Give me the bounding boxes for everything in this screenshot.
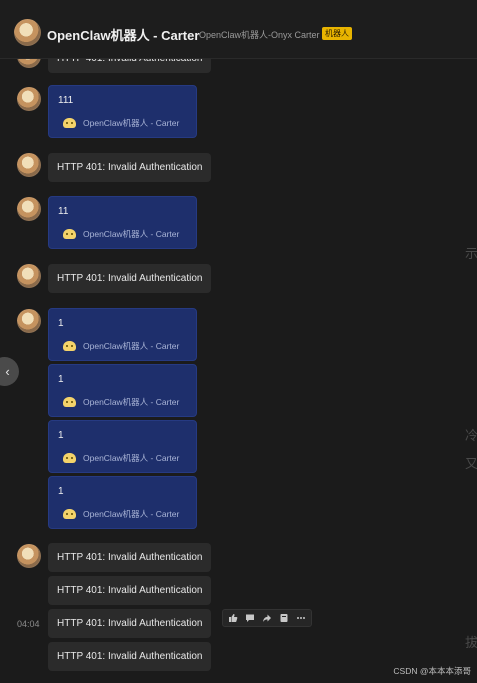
chat-avatar[interactable] [14,19,41,46]
message-bubble[interactable]: 111 OpenClaw机器人 - Carter [48,85,197,138]
edge-text-fragment: 拔 [465,635,477,650]
message-bubble[interactable]: HTTP 401: Invalid Authentication [48,576,212,605]
avatar[interactable] [17,87,41,111]
message-text: 11 [58,206,69,217]
message-reference[interactable]: OpenClaw机器人 - Carter [63,508,179,520]
chat-window: OpenClaw机器人 - Carter OpenClaw机器人-Onyx Ca… [0,0,477,683]
message-reference[interactable]: OpenClaw机器人 - Carter [63,117,179,129]
message-bubble[interactable]: 1 OpenClaw机器人 - Carter [48,420,197,473]
reference-label: OpenClaw机器人 - Carter [83,397,180,407]
message-text: 1 [58,374,64,385]
bot-face-icon [63,229,76,239]
collapse-arrow-icon[interactable]: ‹ [0,357,19,386]
watermark: CSDN @本本本添哥 [393,666,471,676]
bot-face-icon [63,397,76,407]
bot-face-icon [63,341,76,351]
reference-label: OpenClaw机器人 - Carter [83,509,180,519]
chat-subtitle: OpenClaw机器人-Onyx Carter [199,30,320,40]
message-text: 1 [58,430,64,441]
message-text: 1 [58,318,64,329]
forward-icon[interactable] [260,611,274,625]
message-bubble[interactable]: 1 OpenClaw机器人 - Carter [48,308,197,361]
message-bubble[interactable]: HTTP 401: Invalid Authentication [48,609,212,638]
message-bubble[interactable]: HTTP 401: Invalid Authentication [48,264,212,293]
avatar[interactable] [17,264,41,288]
message-text: 111 [58,95,74,106]
message-bubble[interactable]: HTTP 401: Invalid Authentication [48,153,212,182]
message-bubble[interactable]: HTTP 401: Invalid Authentication [48,543,212,572]
bot-face-icon [63,453,76,463]
avatar[interactable] [17,153,41,177]
reference-label: OpenClaw机器人 - Carter [83,229,180,239]
message-action-toolbar [222,609,312,627]
message-reference[interactable]: OpenClaw机器人 - Carter [63,396,179,408]
reference-label: OpenClaw机器人 - Carter [83,453,180,463]
edge-text-fragment: 又 [465,456,477,471]
edge-text-fragment: 冷 [465,428,477,443]
bot-face-icon [63,509,76,519]
message-reference[interactable]: OpenClaw机器人 - Carter [63,452,179,464]
avatar[interactable] [17,309,41,333]
message-bubble[interactable]: 1 OpenClaw机器人 - Carter [48,476,197,529]
more-icon[interactable] [294,611,308,625]
bot-face-icon [63,118,76,128]
reference-label: OpenClaw机器人 - Carter [83,341,180,351]
edge-text-fragment: 示 [465,246,477,261]
reference-label: OpenClaw机器人 - Carter [83,118,180,128]
avatar[interactable] [17,544,41,568]
message-reference[interactable]: OpenClaw机器人 - Carter [63,340,179,352]
message-bubble[interactable]: 1 OpenClaw机器人 - Carter [48,364,197,417]
bot-badge: 机器人 [322,27,352,40]
message-text: 1 [58,486,64,497]
thumbs-up-icon[interactable] [226,611,240,625]
comment-icon[interactable] [243,611,257,625]
message-bubble[interactable]: 11 OpenClaw机器人 - Carter [48,196,197,249]
message-bubble[interactable]: HTTP 401: Invalid Authentication [48,642,212,671]
message-reference[interactable]: OpenClaw机器人 - Carter [63,228,179,240]
avatar[interactable] [17,197,41,221]
chat-header: OpenClaw机器人 - Carter OpenClaw机器人-Onyx Ca… [0,0,477,59]
chat-title: OpenClaw机器人 - Carter [47,28,200,43]
message-timestamp: 04:04 [17,619,40,629]
bookmark-icon[interactable] [277,611,291,625]
